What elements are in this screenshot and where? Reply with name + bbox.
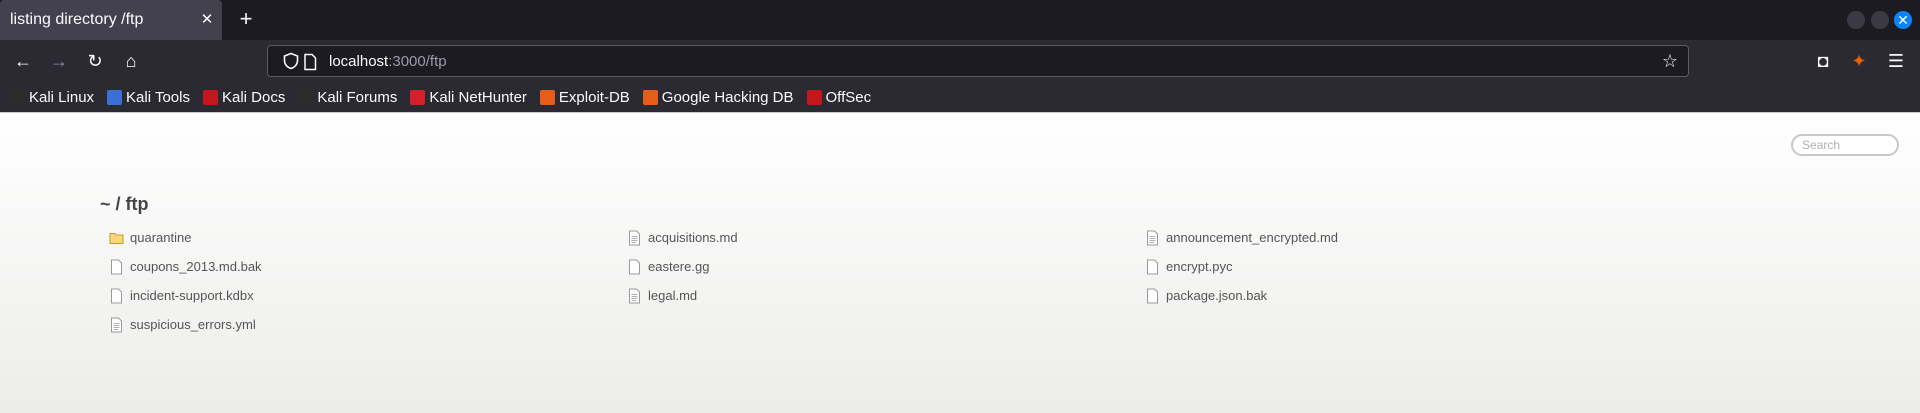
text-file-icon [111, 317, 122, 332]
bookmark-label: Kali Docs [221, 88, 286, 106]
close-icon[interactable]: ✕ [198, 11, 216, 29]
file-name[interactable]: quarantine [130, 230, 191, 245]
maximize-button[interactable] [1871, 11, 1889, 29]
file-entry[interactable]: eastere.gg [627, 257, 1145, 276]
url-host: localhost [329, 53, 389, 70]
shield-icon[interactable] [282, 52, 300, 70]
bookmark-item[interactable]: Google Hacking DB [642, 88, 794, 106]
bookmark-label: Kali Forums [317, 88, 398, 106]
file-name[interactable]: announcement_encrypted.md [1166, 230, 1338, 245]
bookmark-item[interactable]: Kali NetHunter [410, 89, 527, 106]
file-entry[interactable]: announcement_encrypted.md [1145, 228, 1649, 247]
new-tab-button[interactable]: + [234, 8, 258, 32]
bookmark-label: Kali Linux [29, 88, 95, 106]
kali-tools-icon [107, 89, 123, 105]
file-entry[interactable]: acquisitions.md [627, 228, 1145, 247]
file-name[interactable]: coupons_2013.md.bak [130, 259, 262, 274]
text-file-icon [1147, 230, 1158, 245]
window-close-button[interactable]: ✕ [1894, 11, 1912, 29]
reload-button[interactable]: ↻ [84, 50, 106, 72]
page-content: ~ / ftp quarantine acquisitions.md announc… [0, 112, 1920, 413]
extension-icon[interactable]: ✦ [1848, 50, 1870, 72]
bookmark-item[interactable]: Kali Docs [202, 88, 286, 106]
file-icon [629, 259, 640, 274]
file-list: quarantine acquisitions.md announcement_en… [109, 228, 1649, 334]
url-text[interactable]: localhost:3000/ftp [329, 53, 447, 70]
tab-active[interactable]: listing directory /ftp ✕ [0, 0, 222, 40]
file-entry[interactable]: legal.md [627, 286, 1145, 305]
bookmark-label: Kali NetHunter [429, 88, 527, 106]
file-entry[interactable]: package.json.bak [1145, 286, 1649, 305]
file-name[interactable]: legal.md [648, 288, 697, 303]
bookmark-star-icon[interactable]: ☆ [1660, 51, 1680, 71]
kali-docs-icon [202, 89, 218, 105]
file-name[interactable]: suspicious_errors.yml [130, 317, 256, 332]
tab-title: listing directory /ftp [10, 11, 144, 28]
bookmark-item[interactable]: OffSec [806, 88, 872, 106]
kali-dragon-icon [10, 89, 25, 105]
ghdb-icon [642, 89, 658, 105]
page-title: ~ / ftp [100, 194, 149, 214]
bookmarks-toolbar: Kali Linux Kali Tools Kali Docs Kali Forums… [0, 82, 1920, 112]
file-entry[interactable]: quarantine [109, 228, 627, 247]
file-entry[interactable]: suspicious_errors.yml [109, 315, 627, 334]
file-name[interactable]: acquisitions.md [648, 230, 738, 245]
minimize-button[interactable] [1847, 11, 1865, 29]
file-icon [111, 259, 122, 274]
bookmark-item[interactable]: Exploit-DB [539, 88, 630, 106]
folder-icon [109, 232, 124, 244]
file-name[interactable]: encrypt.pyc [1166, 259, 1232, 274]
file-name[interactable]: eastere.gg [648, 259, 709, 274]
bookmark-item[interactable]: Kali Forums [298, 89, 397, 106]
tab-strip: listing directory /ftp ✕ + ✕ [0, 0, 1920, 40]
file-entry[interactable]: coupons_2013.md.bak [109, 257, 627, 276]
url-path: :3000/ftp [388, 53, 447, 70]
file-name[interactable]: incident-support.kdbx [130, 288, 254, 303]
page-icon[interactable] [302, 53, 318, 71]
back-button[interactable]: ← [12, 50, 34, 72]
search-input[interactable] [1791, 134, 1899, 156]
navigation-toolbar: ← → ↻ ⌂ localhost:3000/ftp ☆ ◘ ✦ ☰ [0, 40, 1920, 82]
bookmark-label: Google Hacking DB [661, 88, 794, 106]
menu-icon[interactable]: ☰ [1885, 50, 1907, 72]
file-icon [111, 288, 122, 303]
file-entry[interactable]: incident-support.kdbx [109, 286, 627, 305]
kali-forums-icon [298, 89, 314, 105]
url-bar[interactable]: localhost:3000/ftp ☆ [267, 45, 1689, 77]
bookmark-item[interactable]: Kali Tools [107, 89, 190, 106]
offsec-icon [806, 89, 822, 105]
bookmark-label: OffSec [825, 88, 872, 106]
file-icon [1147, 259, 1158, 274]
file-name[interactable]: package.json.bak [1166, 288, 1267, 303]
exploit-db-icon [539, 89, 555, 105]
forward-button[interactable]: → [48, 50, 70, 72]
file-icon [1147, 288, 1158, 303]
bookmark-label: Kali Tools [126, 88, 190, 106]
bookmark-item[interactable]: Kali Linux [10, 89, 94, 106]
nethunter-icon [410, 89, 426, 105]
file-entry[interactable]: encrypt.pyc [1145, 257, 1649, 276]
pocket-icon[interactable]: ◘ [1812, 50, 1834, 72]
bookmark-label: Exploit-DB [558, 88, 630, 106]
home-button[interactable]: ⌂ [120, 50, 142, 72]
text-file-icon [629, 288, 640, 303]
text-file-icon [629, 230, 640, 245]
